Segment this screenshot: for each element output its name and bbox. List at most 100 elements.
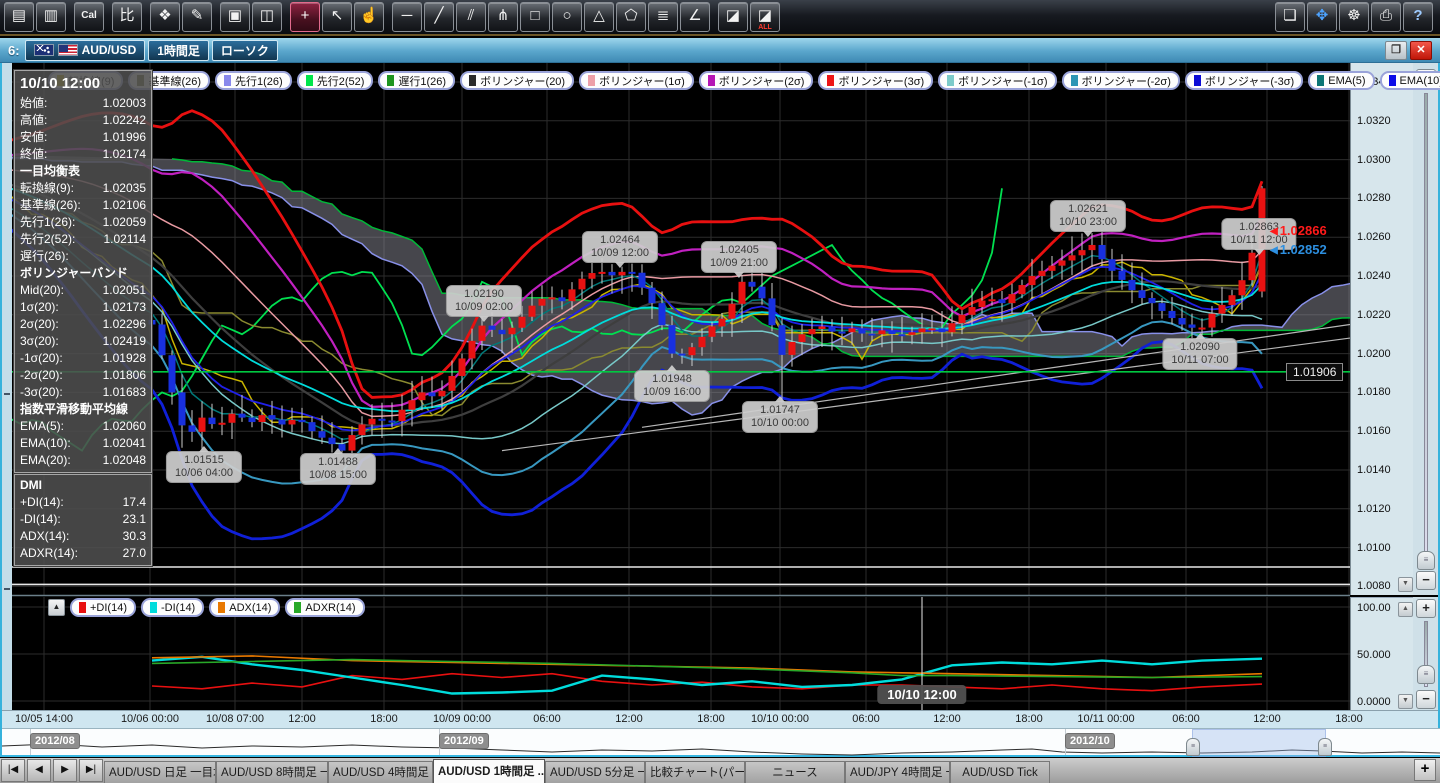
hline-tool-icon[interactable]: ─ [392, 2, 422, 32]
slider-grip[interactable]: ≡ [1417, 665, 1435, 684]
rectangle-tool-icon[interactable]: □ [520, 2, 550, 32]
windows-icon[interactable]: ❏ [1275, 2, 1305, 32]
portfolio-list-icon[interactable]: ▤ [4, 2, 34, 32]
legend-item[interactable]: 先行1(26) [215, 71, 292, 90]
legend-item[interactable]: 先行2(52) [297, 71, 374, 90]
legend-item[interactable]: ボリンジャー(20) [460, 71, 574, 90]
price-scale-scrollbar[interactable]: +−≡ [1413, 63, 1438, 595]
link-chart-icon[interactable]: ❖ [150, 2, 180, 32]
chart-template-icon[interactable]: ▣ [220, 2, 250, 32]
zoom-out-button[interactable]: − [1416, 690, 1436, 709]
legend-item[interactable]: ボリンジャー(3σ) [818, 71, 933, 90]
legend-label: ボリンジャー(20) [480, 73, 565, 89]
compare-icon[interactable]: 比 [112, 2, 142, 32]
draw-pencil-icon[interactable]: ✎ [182, 2, 212, 32]
zoom-in-button[interactable]: + [1416, 599, 1436, 618]
row-value: 1.02419 [103, 333, 146, 350]
tab-nav-last-button[interactable]: ▶| [79, 759, 103, 782]
trendline-tool-icon[interactable]: ╱ [424, 2, 454, 32]
row-label: +DI(14): [20, 494, 64, 511]
legend-item[interactable]: EMA(5) [1308, 71, 1374, 90]
legend-color-swatch [588, 75, 595, 86]
dmi-legend-item[interactable]: ADXR(14) [285, 598, 364, 617]
scale-down-button[interactable]: ▼ [1398, 577, 1413, 592]
settings-gear-icon[interactable]: ☸ [1339, 2, 1369, 32]
triangle-tool-icon[interactable]: △ [584, 2, 614, 32]
dmi-legend-item[interactable]: +DI(14) [70, 598, 136, 617]
chart-tab-3[interactable]: AUD/USD 4時間足 一... [328, 761, 433, 783]
legend-item[interactable]: ボリンジャー(-2σ) [1062, 71, 1180, 90]
pitchfork-tool-icon[interactable]: ⋔ [488, 2, 518, 32]
chart-type-button[interactable]: ローソク [212, 40, 278, 61]
print-icon[interactable]: ⎙ [1371, 2, 1401, 32]
legend-item[interactable]: ボリンジャー(2σ) [699, 71, 814, 90]
legend-item[interactable]: ボリンジャー(-1σ) [938, 71, 1056, 90]
chart-tab-6[interactable]: 比較チャート(パーセント... [645, 761, 745, 783]
calendar-icon[interactable]: Cal [74, 2, 104, 32]
cursor-tool-icon[interactable]: ↖ [322, 2, 352, 32]
zoom-out-button[interactable]: − [1416, 571, 1436, 590]
tab-nav-first-button[interactable]: |◀ [1, 759, 25, 782]
slider-grip[interactable]: ≡ [1417, 551, 1435, 570]
section-title: 指数平滑移動平均線 [20, 401, 146, 418]
legend-label: ボリンジャー(3σ) [838, 73, 924, 89]
time-tick-label: 06:00 [852, 713, 880, 725]
fullscreen-icon[interactable]: ✥ [1307, 2, 1337, 32]
crosshair-tool-icon[interactable]: + [290, 2, 320, 32]
legend-item[interactable]: ボリンジャー(1σ) [579, 71, 694, 90]
scale-down-button[interactable]: ▼ [1398, 694, 1413, 709]
time-tick-label: 06:00 [533, 713, 561, 725]
polygon-tool-icon[interactable]: ⬠ [616, 2, 646, 32]
chart-application: ▤▥Cal比❖✎▣◫+↖☝─╱⫽⋔□○△⬠≣∠◪◪ALL❏✥☸⎙? 6: AUD… [0, 0, 1440, 783]
add-chart-tab-button[interactable]: + [1414, 759, 1436, 781]
ellipse-tool-icon[interactable]: ○ [552, 2, 582, 32]
fib-retracement-tool-icon[interactable]: ≣ [648, 2, 678, 32]
tab-nav-prev-button[interactable]: ◀ [27, 759, 51, 782]
annotation-time: 10/09 02:00 [455, 301, 513, 314]
scale-up-button[interactable]: ▲ [1398, 602, 1413, 617]
fib-fan-tool-icon[interactable]: ∠ [680, 2, 710, 32]
dmi-scale-scrollbar[interactable]: + − ≡ [1413, 597, 1438, 710]
hand-tool-icon[interactable]: ☝ [354, 2, 384, 32]
selection-right-handle[interactable]: ≡ [1318, 738, 1332, 756]
dmi-legend-item[interactable]: ADX(14) [209, 598, 280, 617]
legend-item[interactable]: EMA(10) [1380, 71, 1440, 90]
parallel-lines-tool-icon[interactable]: ⫽ [456, 2, 486, 32]
legend-item[interactable]: ボリンジャー(-3σ) [1185, 71, 1303, 90]
close-window-button[interactable]: ✕ [1410, 41, 1432, 60]
indicator-value-row: -DI(14):23.1 [20, 511, 146, 528]
price-annotation: 1.0194810/09 16:00 [634, 370, 710, 402]
navigator-selection[interactable] [1192, 729, 1326, 757]
chart-tab-7[interactable]: ニュース [745, 761, 845, 783]
time-axis[interactable]: 10/05 14:0010/06 00:0010/08 07:0012:0018… [2, 710, 1438, 729]
annotation-price: 1.02464 [591, 234, 649, 247]
help-icon[interactable]: ? [1403, 2, 1433, 32]
collapse-dmi-button[interactable]: ▲ [48, 599, 65, 616]
chart-tab-5[interactable]: AUD/USD 5分足 一目... [545, 761, 645, 783]
eraser-icon[interactable]: ◪ [718, 2, 748, 32]
chart-tab-2[interactable]: AUD/USD 8時間足 一... [216, 761, 328, 783]
time-tick-label: 10/05 14:00 [15, 713, 73, 725]
eraser-all-icon[interactable]: ◪ALL [750, 2, 780, 32]
save-icon[interactable]: ◫ [252, 2, 282, 32]
price-axis[interactable]: 1.03401.03201.03001.02801.02601.02401.02… [1350, 63, 1413, 595]
restore-window-button[interactable]: ❐ [1385, 41, 1407, 60]
tab-nav-next-button[interactable]: ▶ [53, 759, 77, 782]
chart-tab-8[interactable]: AUD/JPY 4時間足 一... [845, 761, 950, 783]
timeframe-button[interactable]: 1時間足 [148, 40, 209, 61]
row-label: 3σ(20): [20, 333, 59, 350]
chart-tab-1[interactable]: AUD/USD 日足 一目均... [104, 761, 216, 783]
dmi-axis[interactable]: 100.0050.0000.0000▲▼ [1350, 597, 1413, 711]
chart-tab-4[interactable]: AUD/USD 1時間足 ... [433, 759, 545, 783]
chart-tab-9[interactable]: AUD/USD Tick [950, 761, 1050, 783]
chart-navigator[interactable]: 2012/082012/092012/10≡≡ [2, 728, 1440, 757]
legend-item[interactable]: 遅行1(26) [378, 71, 455, 90]
new-report-icon[interactable]: ▥ [36, 2, 66, 32]
pair-box[interactable]: AUD/USD [25, 40, 146, 61]
legend-color-swatch [469, 75, 476, 86]
price-tick-label: 1.0220 [1357, 309, 1391, 321]
annotation-time: 10/09 12:00 [591, 247, 649, 260]
dmi-legend-item[interactable]: -DI(14) [141, 598, 204, 617]
legend-label: ボリンジャー(-3σ) [1205, 73, 1294, 89]
selection-left-handle[interactable]: ≡ [1186, 738, 1200, 756]
